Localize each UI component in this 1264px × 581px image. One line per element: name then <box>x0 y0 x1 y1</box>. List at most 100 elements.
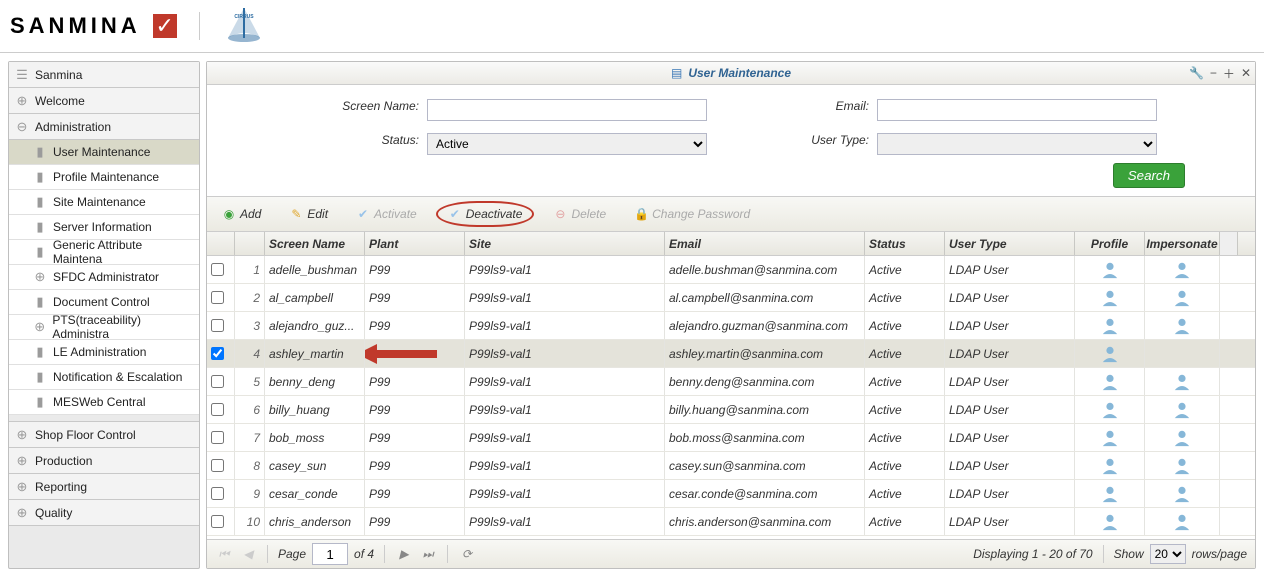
row-checkbox[interactable] <box>211 347 224 360</box>
nav-admin-generic-attribute-maintena[interactable]: ▮Generic Attribute Maintena <box>9 240 199 265</box>
pager-rows-select[interactable]: 20 <box>1150 544 1186 564</box>
col-site[interactable]: Site <box>465 232 665 255</box>
pager-last-icon[interactable]: ⏭ <box>419 545 437 563</box>
table-row[interactable]: 10chris_andersonP99P99ls9-val1chris.ande… <box>207 508 1255 536</box>
impersonate-icon[interactable] <box>1173 513 1191 531</box>
pager-next-icon[interactable]: ▶ <box>395 545 413 563</box>
nav-admin-document-control[interactable]: ▮Document Control <box>9 290 199 315</box>
col-plant[interactable]: Plant <box>365 232 465 255</box>
cell-user-type: LDAP User <box>945 284 1075 311</box>
table-row[interactable]: 6billy_huangP99P99ls9-val1billy.huang@sa… <box>207 396 1255 424</box>
nav-root-sanmina[interactable]: ☰Sanmina <box>9 62 199 88</box>
nav-admin-le-administration[interactable]: ▮LE Administration <box>9 340 199 365</box>
profile-icon[interactable] <box>1101 289 1119 307</box>
table-row[interactable]: 2al_campbellP99P99ls9-val1al.campbell@sa… <box>207 284 1255 312</box>
impersonate-icon[interactable] <box>1173 289 1191 307</box>
delete-button[interactable]: ⊖Delete <box>544 202 615 226</box>
nav-admin-pts-traceability-administra[interactable]: ⊕PTS(traceability) Administra <box>9 315 199 340</box>
row-number: 1 <box>235 256 265 283</box>
nav-admin-mesweb-central[interactable]: ▮MESWeb Central <box>9 390 199 415</box>
pager-page-input[interactable] <box>312 543 348 565</box>
edit-button[interactable]: ✎Edit <box>280 202 337 226</box>
nav-production[interactable]: ⊕Production <box>9 448 199 474</box>
row-checkbox[interactable] <box>211 431 224 444</box>
row-checkbox[interactable] <box>211 291 224 304</box>
row-checkbox[interactable] <box>211 375 224 388</box>
nav-administration[interactable]: ⊖Administration <box>9 114 199 140</box>
email-input[interactable] <box>877 99 1157 121</box>
add-button[interactable]: ◉Add <box>213 202 270 226</box>
profile-icon[interactable] <box>1101 261 1119 279</box>
nav-admin-server-information[interactable]: ▮Server Information <box>9 215 199 240</box>
nav-quality[interactable]: ⊕Quality <box>9 500 199 526</box>
nav-admin-profile-maintenance[interactable]: ▮Profile Maintenance <box>9 165 199 190</box>
nav-shop-floor-control[interactable]: ⊕Shop Floor Control <box>9 422 199 448</box>
pager-refresh-icon[interactable]: ⟳ <box>458 545 476 563</box>
nav-admin-site-maintenance[interactable]: ▮ Site Maintenance <box>9 190 199 215</box>
activate-button[interactable]: ✔Activate <box>347 202 426 226</box>
change-password-label: Change Password <box>652 207 750 221</box>
col-user-type[interactable]: User Type <box>945 232 1075 255</box>
nav-item-label: Site Maintenance <box>53 195 146 209</box>
profile-icon[interactable] <box>1101 345 1119 363</box>
brand-separator <box>199 12 200 40</box>
tool-close-icon[interactable]: ✕ <box>1241 66 1251 80</box>
impersonate-icon[interactable] <box>1173 429 1191 447</box>
status-select[interactable]: Active <box>427 133 707 155</box>
profile-icon[interactable] <box>1101 457 1119 475</box>
profile-icon[interactable] <box>1101 317 1119 335</box>
col-impersonate[interactable]: Impersonate <box>1145 232 1220 255</box>
col-email[interactable]: Email <box>665 232 865 255</box>
nav-welcome[interactable]: ⊕Welcome <box>9 88 199 114</box>
row-checkbox[interactable] <box>211 403 224 416</box>
col-screen-name[interactable]: Screen Name <box>265 232 365 255</box>
table-row[interactable]: 4ashley_martinP99ls9-val1ashley.martin@s… <box>207 340 1255 368</box>
nav-admin-user-maintenance[interactable]: ▮User Maintenance <box>9 140 199 165</box>
row-checkbox[interactable] <box>211 263 224 276</box>
impersonate-icon[interactable] <box>1173 373 1191 391</box>
table-row[interactable]: 1adelle_bushmanP99P99ls9-val1adelle.bush… <box>207 256 1255 284</box>
col-status[interactable]: Status <box>865 232 945 255</box>
table-row[interactable]: 9cesar_condeP99P99ls9-val1cesar.conde@sa… <box>207 480 1255 508</box>
row-checkbox[interactable] <box>211 319 224 332</box>
impersonate-icon[interactable] <box>1173 317 1191 335</box>
grid-body[interactable]: 1adelle_bushmanP99P99ls9-val1adelle.bush… <box>207 256 1255 539</box>
pager-display: Displaying 1 - 20 of 70 <box>973 547 1092 561</box>
tool-minimize-icon[interactable]: − <box>1210 66 1217 80</box>
impersonate-icon[interactable] <box>1173 401 1191 419</box>
svg-text:CIRRUS: CIRRUS <box>234 14 254 20</box>
row-checkbox[interactable] <box>211 515 224 528</box>
nav-admin-notification-escalation[interactable]: ▮Notification & Escalation <box>9 365 199 390</box>
pager-prev-icon[interactable]: ◀ <box>239 545 257 563</box>
profile-icon[interactable] <box>1101 513 1119 531</box>
tool-maximize-icon[interactable]: ＋ <box>1223 65 1235 82</box>
impersonate-icon[interactable] <box>1173 457 1191 475</box>
tool-wrench-icon[interactable]: 🔧 <box>1189 66 1204 80</box>
add-label: Add <box>240 207 261 221</box>
col-profile[interactable]: Profile <box>1075 232 1145 255</box>
table-row[interactable]: 7bob_mossP99P99ls9-val1bob.moss@sanmina.… <box>207 424 1255 452</box>
user-type-select[interactable] <box>877 133 1157 155</box>
folder-icon: ▮ <box>33 194 47 210</box>
check-icon: ✔ <box>448 207 462 221</box>
edit-label: Edit <box>307 207 328 221</box>
profile-icon[interactable] <box>1101 485 1119 503</box>
screen-name-input[interactable] <box>427 99 707 121</box>
deactivate-button[interactable]: ✔Deactivate <box>436 201 535 227</box>
search-button[interactable]: Search <box>1113 163 1185 188</box>
change-password-button[interactable]: 🔒Change Password <box>625 202 759 226</box>
table-row[interactable]: 3alejandro_guz...P99P99ls9-val1alejandro… <box>207 312 1255 340</box>
table-row[interactable]: 8casey_sunP99P99ls9-val1casey.sun@sanmin… <box>207 452 1255 480</box>
impersonate-icon[interactable] <box>1173 485 1191 503</box>
pager-first-icon[interactable]: ⏮ <box>215 545 233 563</box>
table-row[interactable]: 5benny_dengP99P99ls9-val1benny.deng@sanm… <box>207 368 1255 396</box>
row-checkbox[interactable] <box>211 487 224 500</box>
profile-icon[interactable] <box>1101 429 1119 447</box>
profile-icon[interactable] <box>1101 373 1119 391</box>
nav-root-label: Sanmina <box>35 68 82 82</box>
profile-icon[interactable] <box>1101 401 1119 419</box>
impersonate-icon[interactable] <box>1173 261 1191 279</box>
nav-reporting[interactable]: ⊕Reporting <box>9 474 199 500</box>
row-checkbox[interactable] <box>211 459 224 472</box>
nav-admin-sfdc-administrator[interactable]: ⊕SFDC Administrator <box>9 265 199 290</box>
